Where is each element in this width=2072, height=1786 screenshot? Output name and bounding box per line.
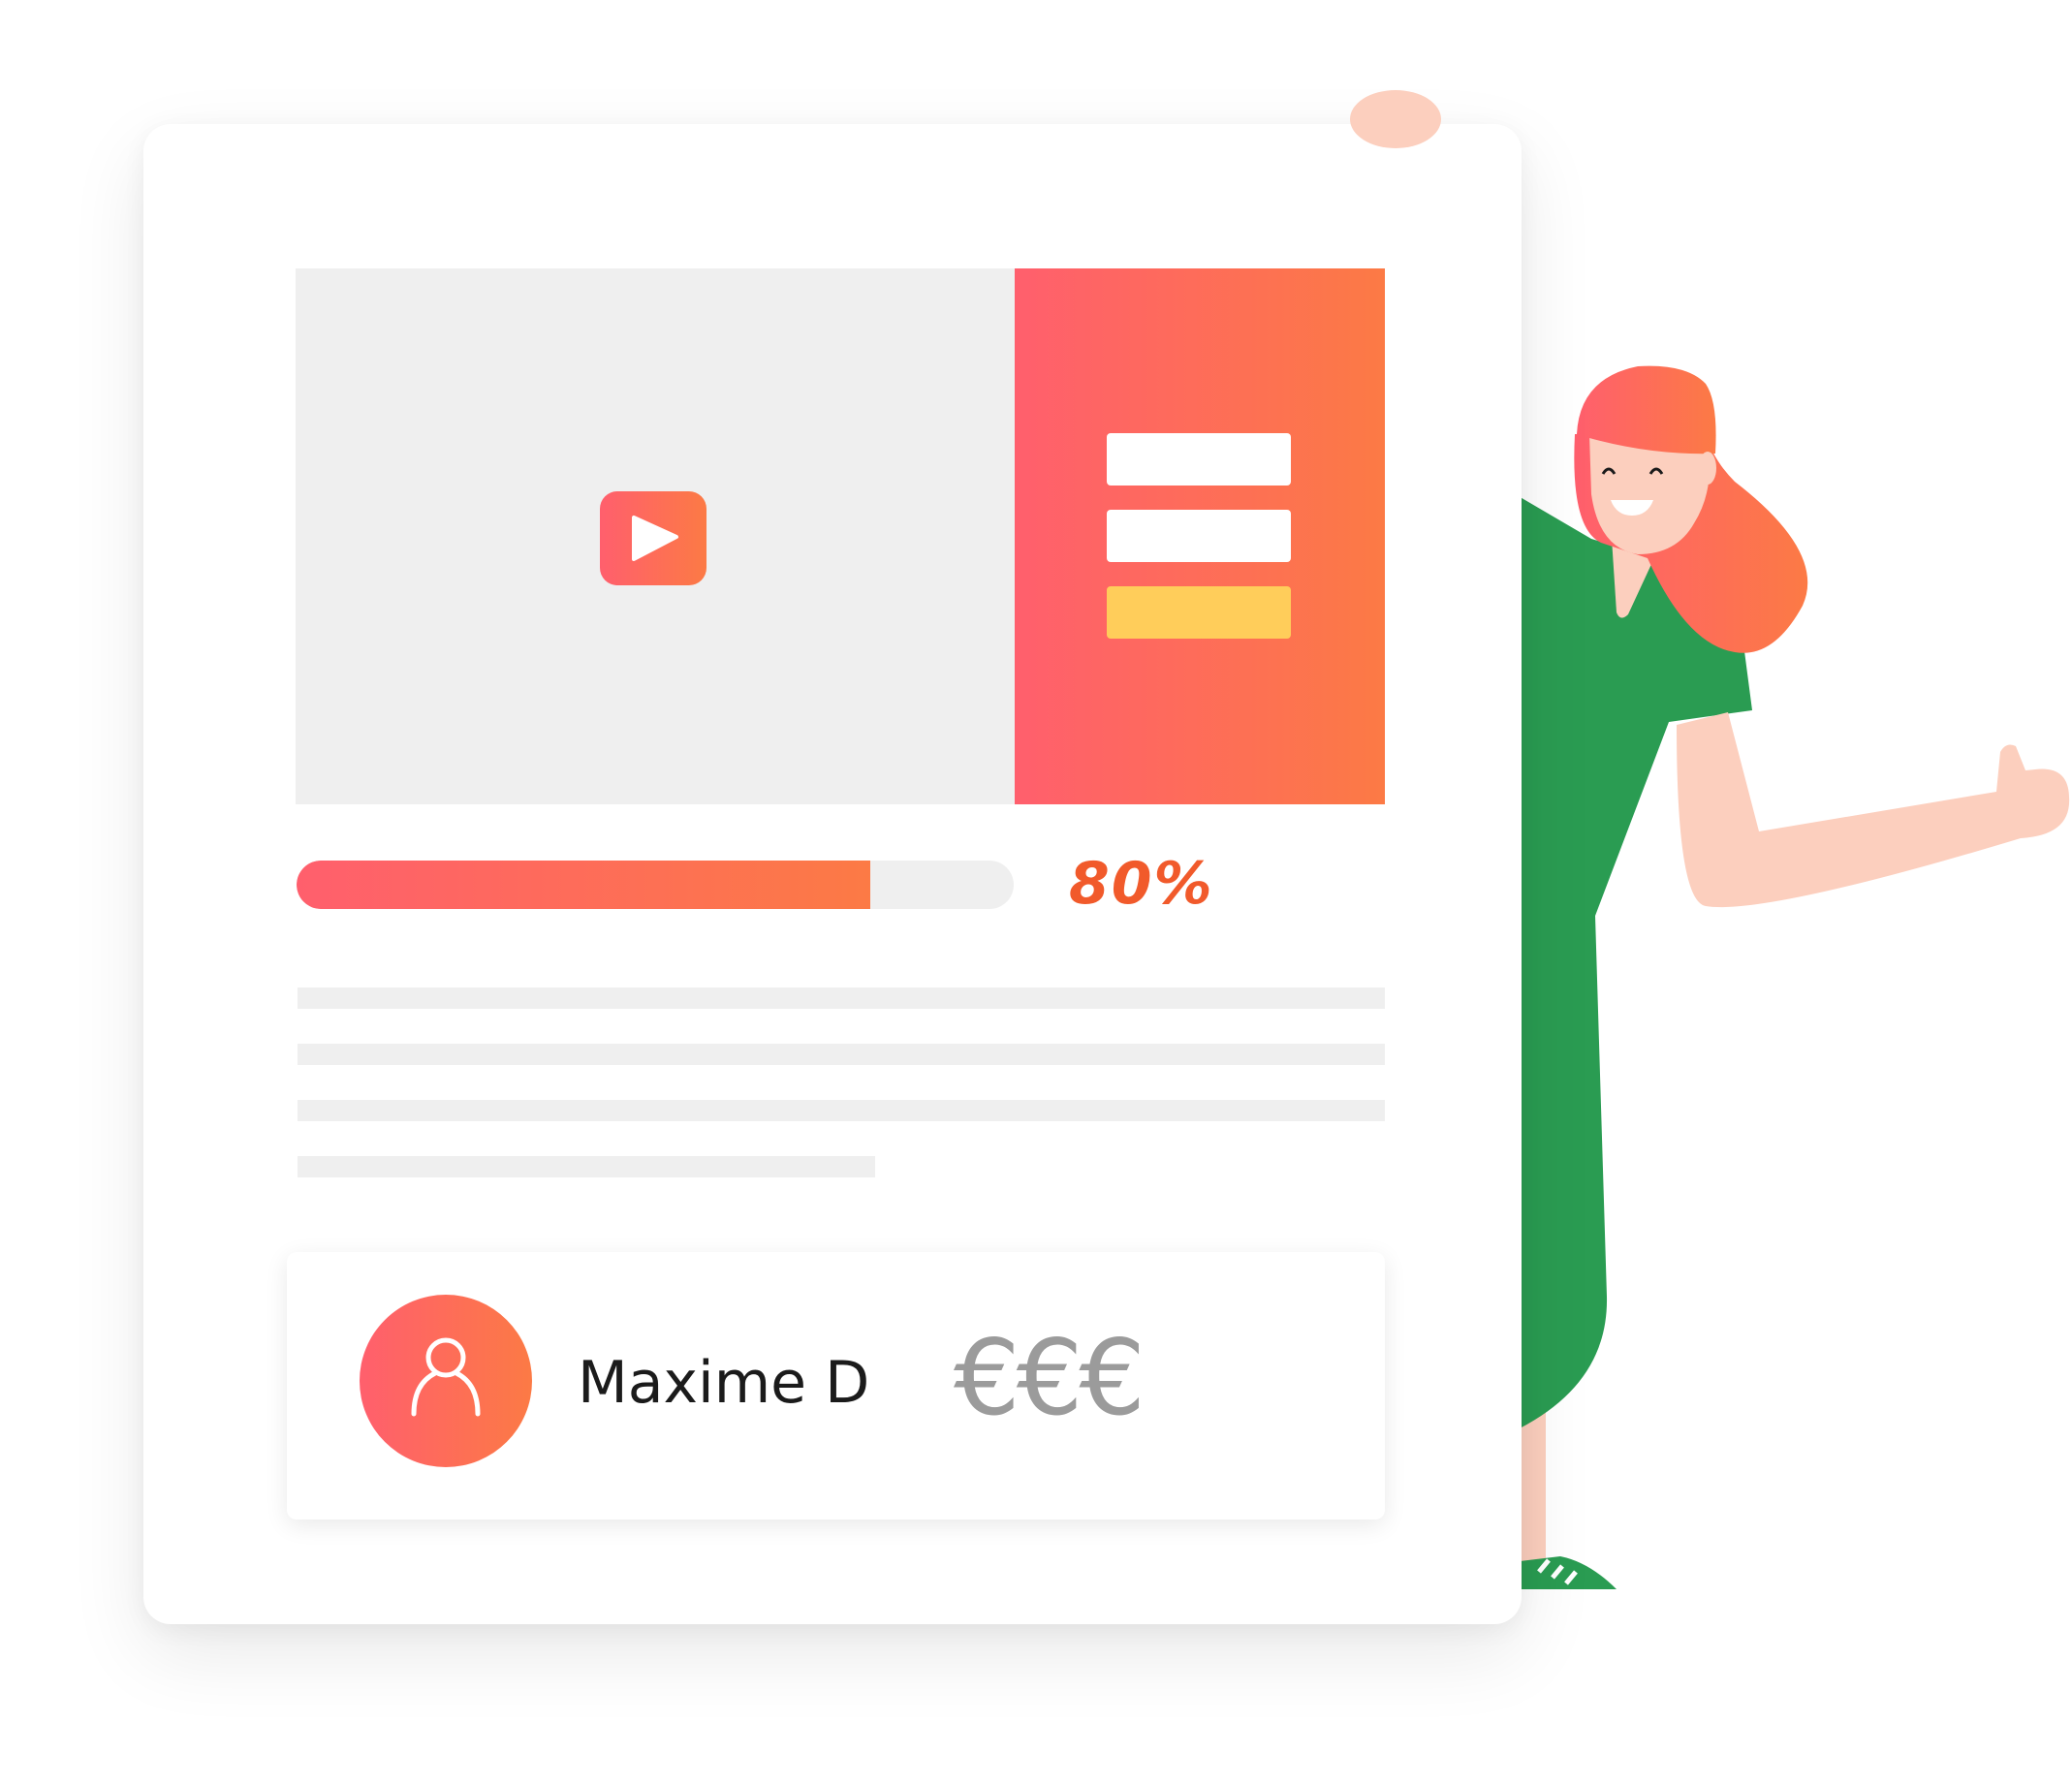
text-placeholder-line <box>298 1044 1385 1065</box>
signup-form <box>1015 268 1385 804</box>
text-placeholder-line <box>298 987 1385 1009</box>
user-icon <box>411 1337 481 1417</box>
progress-fill <box>297 861 870 909</box>
price-level: €€€ <box>954 1318 1146 1439</box>
form-field[interactable] <box>1107 510 1291 562</box>
video-preview <box>296 268 1015 804</box>
play-icon <box>632 516 678 561</box>
play-button[interactable] <box>600 491 706 585</box>
text-placeholder-line <box>298 1156 875 1177</box>
profile-card[interactable]: Maxime D €€€ <box>287 1252 1385 1520</box>
progress-bar <box>297 861 1014 909</box>
form-submit-button[interactable] <box>1107 586 1291 639</box>
course-card: 80% Maxime D €€€ <box>143 124 1522 1624</box>
profile-name: Maxime D <box>578 1349 870 1417</box>
avatar <box>360 1295 532 1467</box>
progress-label: 80% <box>1069 850 1214 918</box>
text-placeholder-line <box>298 1100 1385 1121</box>
character-shoe <box>1512 1556 1617 1589</box>
form-field[interactable] <box>1107 433 1291 486</box>
card-tab <box>1350 90 1441 148</box>
character-arm <box>1677 712 2070 908</box>
